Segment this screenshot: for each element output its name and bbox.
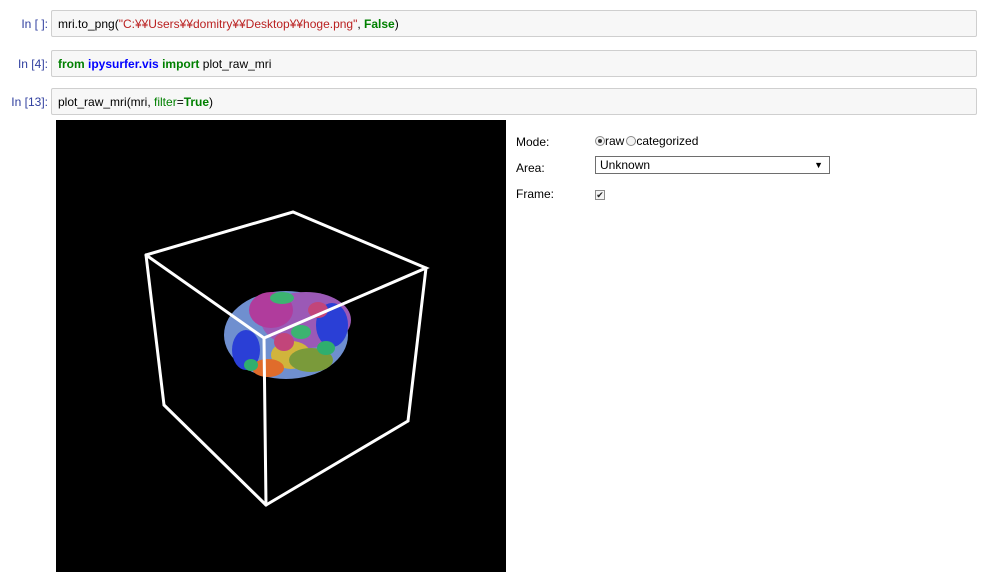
radio-raw[interactable] [595,136,605,146]
code-cell-2: In [4]: from ipysurfer.vis import plot_r… [0,50,1001,78]
brain-region [270,292,294,304]
brain-region [274,333,294,351]
notebook: In [ ]: mri.to_png("C:¥¥Users¥¥domitry¥¥… [0,0,1001,583]
code-keyword: True [183,95,210,109]
code-input-area[interactable]: mri.to_png("C:¥¥Users¥¥domitry¥¥Desktop¥… [51,10,977,37]
radio-categorized[interactable] [626,136,637,146]
mode-row: Mode: raw categorized [516,132,916,158]
frame-row: Frame: ✔ [516,184,916,210]
code-token: plot_raw_mri(mri, [58,95,155,109]
frame-checkbox-wrap: ✔ [595,186,605,200]
code-text: from ipysurfer.vis import plot_raw_mri [58,51,271,77]
area-select-value: Unknown [600,158,651,172]
code-token: plot_raw_mri [202,57,272,71]
mode-label: Mode: [516,135,550,149]
brain-region [291,325,311,339]
mri-3d-viewer[interactable] [56,120,506,572]
area-label: Area: [516,161,545,175]
area-select[interactable]: Unknown ▼ [595,156,830,174]
code-keyword: False [364,17,395,31]
code-cell-1: In [ ]: mri.to_png("C:¥¥Users¥¥domitry¥¥… [0,10,1001,38]
mode-radio-group: raw categorized [595,134,700,148]
widget-controls: Mode: raw categorized Area: Unknown ▼ Fra… [516,132,916,210]
code-token: ) [394,17,399,31]
code-kwarg: filter [154,95,177,109]
cell-output: Mode: raw categorized Area: Unknown ▼ Fra… [56,120,977,583]
code-token: mri.to_png( [58,17,119,31]
cell-prompt: In [ ]: [21,17,48,31]
mri-render [144,210,430,507]
code-module: ipysurfer.vis [88,57,159,71]
code-string: "C:¥¥Users¥¥domitry¥¥Desktop¥¥hoge.png" [118,17,358,31]
code-input-area[interactable]: from ipysurfer.vis import plot_raw_mri [51,50,977,77]
brain-region [317,341,335,355]
frame-label: Frame: [516,187,555,201]
chevron-down-icon: ▼ [814,160,823,170]
code-cell-3: In [13]: plot_raw_mri(mri, filter=True) [0,88,1001,116]
code-text: mri.to_png("C:¥¥Users¥¥domitry¥¥Desktop¥… [58,11,399,37]
code-token: = [176,95,184,109]
code-input-area[interactable]: plot_raw_mri(mri, filter=True) [51,88,977,115]
code-keyword: import [162,57,200,71]
code-keyword: from [58,57,85,71]
cell-prompt: In [13]: [11,95,48,109]
radio-raw-label[interactable]: raw [605,134,624,148]
brain-region [244,359,258,371]
area-row: Area: Unknown ▼ [516,156,916,184]
frame-checkbox[interactable]: ✔ [595,190,605,200]
code-token: ) [209,95,214,109]
radio-categorized-label[interactable]: categorized [636,134,698,148]
code-text: plot_raw_mri(mri, filter=True) [58,89,213,115]
cell-prompt: In [4]: [17,57,48,71]
brain-surface [224,291,351,379]
